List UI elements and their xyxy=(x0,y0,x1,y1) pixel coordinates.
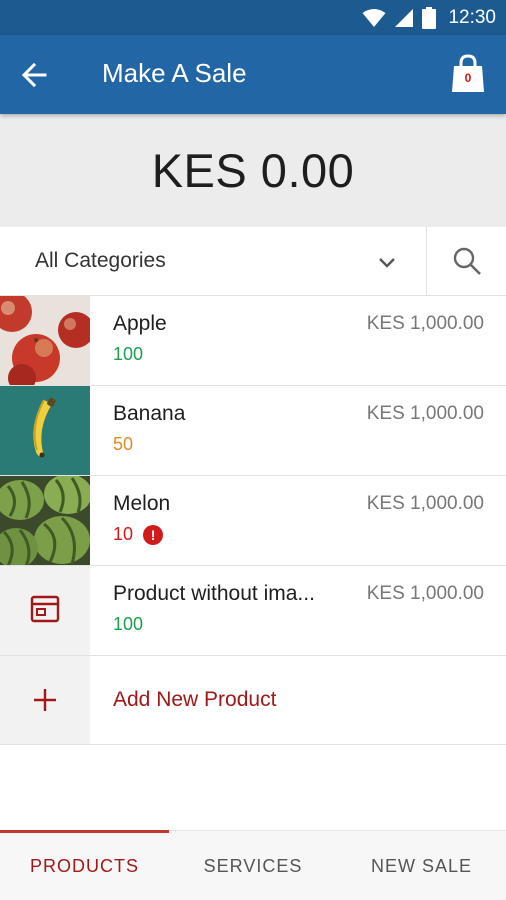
product-placeholder xyxy=(0,566,90,655)
category-dropdown-label: All Categories xyxy=(35,249,166,272)
tab-new-sale[interactable]: NEW SALE xyxy=(337,831,506,900)
product-row-apple[interactable]: Apple KES 1,000.00 100 xyxy=(0,296,506,386)
product-row-melon[interactable]: Melon KES 1,000.00 10 ! xyxy=(0,476,506,566)
sale-total-amount: KES 0.00 xyxy=(151,144,355,197)
product-name: Banana xyxy=(113,402,186,425)
product-stock: 100 xyxy=(113,344,143,365)
product-stock: 10 ! xyxy=(113,524,164,545)
product-row-banana[interactable]: Banana KES 1,000.00 50 xyxy=(0,386,506,476)
plus-icon xyxy=(34,689,56,711)
status-icons: 12:30 xyxy=(362,5,496,31)
back-button[interactable] xyxy=(14,55,54,95)
add-icon-box xyxy=(0,656,90,744)
battery-icon xyxy=(422,7,437,29)
tab-products[interactable]: PRODUCTS xyxy=(0,831,169,900)
cart-count-badge: 0 xyxy=(464,71,472,85)
stock-count: 10 xyxy=(113,524,134,544)
product-stock: 50 xyxy=(113,434,133,455)
cell-signal-icon xyxy=(395,9,414,27)
cart-button[interactable]: 0 xyxy=(446,52,490,96)
product-price: KES 1,000.00 xyxy=(366,313,484,334)
search-button[interactable] xyxy=(427,227,506,295)
chevron-down-icon xyxy=(379,258,395,268)
product-list: Apple KES 1,000.00 100 Banana KES 1,000.… xyxy=(0,296,506,745)
product-name: Product without ima... xyxy=(113,582,315,605)
arrow-left-icon xyxy=(21,62,47,88)
product-price: KES 1,000.00 xyxy=(366,583,484,604)
stock-count: 50 xyxy=(113,434,134,454)
add-new-product-button[interactable]: Add New Product xyxy=(0,656,506,745)
status-bar: 12:30 xyxy=(0,0,506,35)
product-row-no-image[interactable]: Product without ima... KES 1,000.00 100 xyxy=(0,566,506,656)
tab-services[interactable]: SERVICES xyxy=(169,831,337,900)
stock-count: 100 xyxy=(113,344,144,364)
category-dropdown[interactable]: All Categories xyxy=(0,227,426,295)
melon-image xyxy=(0,476,90,565)
stock-count: 100 xyxy=(113,614,144,634)
bottom-tab-bar: PRODUCTS SERVICES NEW SALE xyxy=(0,830,506,900)
product-price: KES 1,000.00 xyxy=(366,493,484,514)
search-icon xyxy=(453,247,481,275)
add-new-product-label: Add New Product xyxy=(113,688,277,711)
box-icon xyxy=(30,595,60,623)
sale-total-panel: KES 0.00 xyxy=(0,114,506,227)
wifi-icon xyxy=(362,9,386,27)
status-time: 12:30 xyxy=(448,7,496,28)
product-name: Apple xyxy=(113,312,167,335)
app-bar: Make A Sale 0 xyxy=(0,35,506,114)
product-name: Melon xyxy=(113,492,171,515)
apple-image xyxy=(0,296,90,385)
product-stock: 100 xyxy=(113,614,143,635)
page-title: Make A Sale xyxy=(102,58,247,88)
low-stock-warning-icon: ! xyxy=(143,524,164,545)
banana-image xyxy=(0,386,90,475)
product-price: KES 1,000.00 xyxy=(366,403,484,424)
filter-bar: All Categories xyxy=(0,227,506,296)
